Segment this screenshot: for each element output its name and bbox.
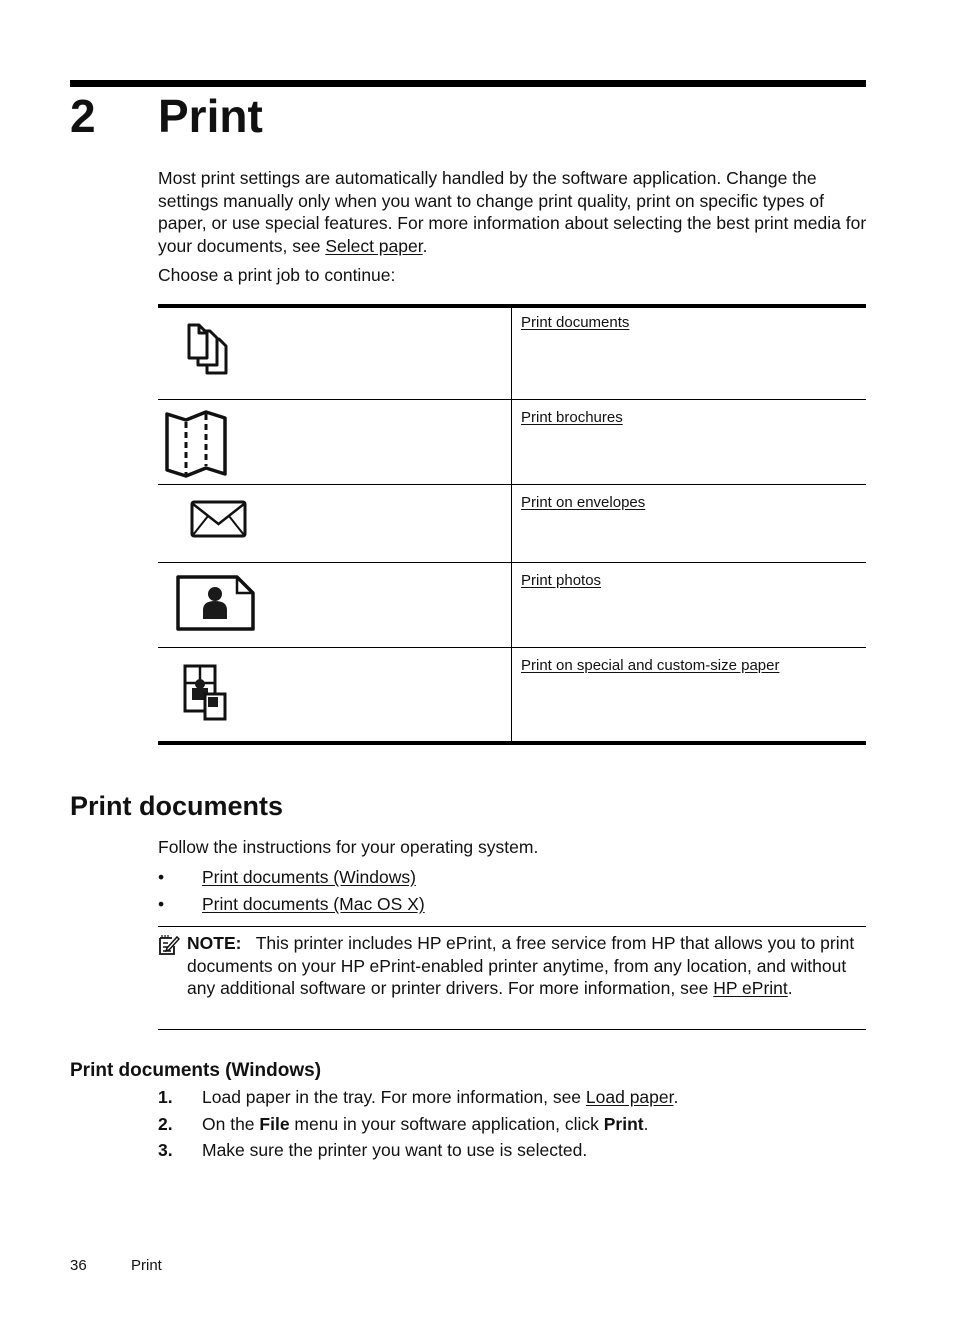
footer-section-label: Print (131, 1257, 162, 1274)
print-photos-link[interactable]: Print photos (521, 572, 601, 589)
step-text-part: . (643, 1114, 649, 1134)
table-row: Print on special and custom-size paper (158, 647, 866, 743)
print-command-term: Print (603, 1114, 644, 1134)
note-icon (159, 935, 180, 955)
choose-job-text: Choose a print job to continue: (158, 265, 396, 285)
intro-period: . (422, 235, 428, 256)
icon-cell (158, 484, 512, 562)
brochure-icon (165, 409, 227, 478)
link-cell: Print on special and custom-size paper (512, 647, 867, 743)
note-period: . (787, 978, 793, 998)
intro-paragraph: Most print settings are automatically ha… (158, 167, 868, 257)
step-text: On the File menu in your software applic… (202, 1113, 648, 1136)
step-text-part: . (673, 1087, 679, 1107)
step-text: Load paper in the tray. For more informa… (202, 1086, 678, 1109)
step-text-part: On the (202, 1114, 260, 1134)
follow-instructions-text: Follow the instructions for your operati… (158, 837, 539, 857)
note-label: NOTE: (187, 933, 242, 953)
print-documents-link[interactable]: Print documents (521, 314, 629, 331)
bullet-glyph: • (158, 867, 165, 887)
load-paper-link[interactable]: Load paper (586, 1087, 674, 1107)
note-text: NOTE: This printer includes HP ePrint, a… (187, 932, 867, 1000)
link-cell: Print documents (512, 305, 867, 399)
step-text-part: Load paper in the tray. For more informa… (202, 1087, 586, 1107)
bullet-glyph: • (158, 894, 165, 914)
icon-cell (158, 399, 512, 484)
table-row: Print documents (158, 305, 866, 399)
step-number: 3. (158, 1140, 173, 1160)
select-paper-link[interactable]: Select paper (325, 236, 422, 256)
print-documents-windows-link[interactable]: Print documents (Windows) (202, 866, 416, 889)
link-cell: Print brochures (512, 399, 867, 484)
print-brochures-link[interactable]: Print brochures (521, 409, 623, 426)
subsection-heading: Print documents (Windows) (70, 1060, 322, 1081)
chapter-title: Print (158, 90, 263, 142)
print-documents-mac-link[interactable]: Print documents (Mac OS X) (202, 893, 425, 916)
table-row: Print brochures (158, 399, 866, 484)
custom-paper-icon (183, 664, 227, 720)
table-row: Print on envelopes (158, 484, 866, 562)
file-menu-term: File (259, 1114, 290, 1134)
step-number: 1. (158, 1087, 173, 1107)
print-jobs-table: Print documents Print brochures Print on… (158, 305, 866, 745)
step-number: 2. (158, 1114, 173, 1134)
intro-text: Most print settings are automatically ha… (158, 168, 867, 256)
note-bottom-rule (158, 1029, 866, 1030)
hp-eprint-link[interactable]: HP ePrint (713, 978, 788, 998)
chapter-number: 2 (70, 90, 96, 142)
note-top-rule (158, 926, 866, 927)
icon-cell (158, 562, 512, 647)
table-row: Print photos (158, 562, 866, 647)
print-custom-paper-link[interactable]: Print on special and custom-size paper (521, 657, 779, 674)
section-heading: Print documents (70, 791, 284, 821)
chapter-rule (70, 80, 866, 87)
icon-cell (158, 647, 512, 743)
step-text: Make sure the printer you want to use is… (202, 1140, 588, 1160)
envelope-icon (190, 500, 247, 537)
step-text-part: menu in your software application, click (289, 1114, 604, 1134)
link-cell: Print on envelopes (512, 484, 867, 562)
print-envelopes-link[interactable]: Print on envelopes (521, 494, 645, 511)
link-cell: Print photos (512, 562, 867, 647)
photo-icon (176, 574, 255, 631)
documents-icon (187, 323, 228, 375)
page-number: 36 (70, 1257, 87, 1274)
icon-cell (158, 305, 512, 399)
